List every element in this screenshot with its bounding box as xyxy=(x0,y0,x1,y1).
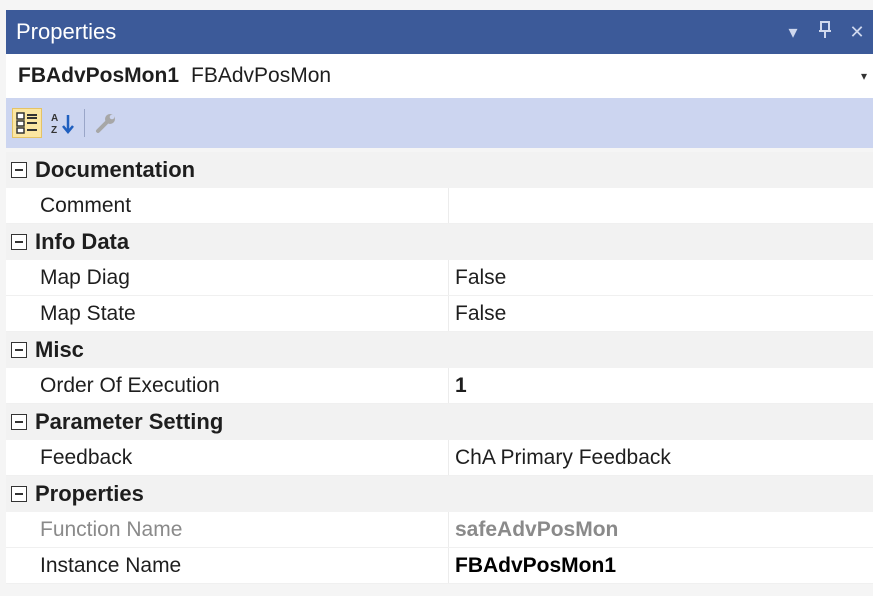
property-row-comment[interactable]: Comment xyxy=(6,188,873,224)
property-row-order-of-execution[interactable]: Order Of Execution 1 xyxy=(6,368,873,404)
close-icon[interactable]: ✕ xyxy=(841,22,873,43)
property-value[interactable]: False xyxy=(449,296,873,331)
alphabetical-icon: A Z xyxy=(51,113,74,135)
category-documentation[interactable]: Documentation xyxy=(6,152,873,188)
category-label: Properties xyxy=(35,481,144,506)
property-row-map-state[interactable]: Map State False xyxy=(6,296,873,332)
property-name: Feedback xyxy=(6,440,449,475)
window-position-dropdown-icon[interactable]: ▾ xyxy=(777,22,809,43)
property-row-function-name[interactable]: Function Name safeAdvPosMon xyxy=(6,512,873,548)
categorized-icon xyxy=(16,112,37,134)
svg-text:Z: Z xyxy=(51,125,57,135)
categorized-button[interactable] xyxy=(12,108,42,138)
collapse-icon[interactable] xyxy=(11,486,27,502)
property-value[interactable] xyxy=(449,188,873,223)
category-label: Parameter Setting xyxy=(35,409,224,434)
collapse-icon[interactable] xyxy=(11,234,27,250)
category-info-data[interactable]: Info Data xyxy=(6,224,873,260)
property-value[interactable]: 1 xyxy=(449,368,873,403)
selected-object-name: FBAdvPosMon1 xyxy=(18,64,180,87)
property-name: Map State xyxy=(6,296,449,331)
property-name: Instance Name xyxy=(6,548,449,583)
pin-icon[interactable] xyxy=(809,20,841,44)
svg-text:A: A xyxy=(51,113,58,124)
property-name: Comment xyxy=(6,188,449,223)
alphabetical-button[interactable]: A Z xyxy=(48,108,78,138)
object-selector[interactable]: FBAdvPosMon1 FBAdvPosMon ▾ xyxy=(6,54,873,98)
category-parameter-setting[interactable]: Parameter Setting xyxy=(6,404,873,440)
wrench-icon xyxy=(96,114,115,133)
title-bar: Properties ▾ ✕ xyxy=(6,10,873,54)
property-row-map-diag[interactable]: Map Diag False xyxy=(6,260,873,296)
property-value[interactable]: False xyxy=(449,260,873,295)
collapse-icon[interactable] xyxy=(11,414,27,430)
property-name: Order Of Execution xyxy=(6,368,449,403)
property-row-feedback[interactable]: Feedback ChA Primary Feedback xyxy=(6,440,873,476)
chevron-down-icon[interactable]: ▾ xyxy=(861,69,867,83)
collapse-icon[interactable] xyxy=(11,342,27,358)
property-name: Map Diag xyxy=(6,260,449,295)
properties-panel: Properties ▾ ✕ FBAdvPosMon1 FBAdvPosMon … xyxy=(0,0,873,596)
collapse-icon[interactable] xyxy=(11,162,27,178)
selected-object-type: FBAdvPosMon xyxy=(191,64,332,87)
category-properties[interactable]: Properties xyxy=(6,476,873,512)
category-label: Info Data xyxy=(35,229,130,254)
property-name: Function Name xyxy=(6,512,449,547)
property-value[interactable]: ChA Primary Feedback xyxy=(449,440,873,475)
property-row-instance-name[interactable]: Instance Name FBAdvPosMon1 xyxy=(6,548,873,584)
property-grid: Documentation Comment Info Data Map Diag… xyxy=(6,152,873,584)
properties-toolbar: A Z xyxy=(6,98,873,148)
category-misc[interactable]: Misc xyxy=(6,332,873,368)
panel-title: Properties xyxy=(16,19,117,44)
category-label: Misc xyxy=(35,337,84,362)
toolbar-separator xyxy=(84,109,85,137)
property-pages-button[interactable] xyxy=(91,108,121,138)
property-value: safeAdvPosMon xyxy=(449,512,873,547)
property-value[interactable]: FBAdvPosMon1 xyxy=(449,548,873,583)
category-label: Documentation xyxy=(35,157,196,182)
